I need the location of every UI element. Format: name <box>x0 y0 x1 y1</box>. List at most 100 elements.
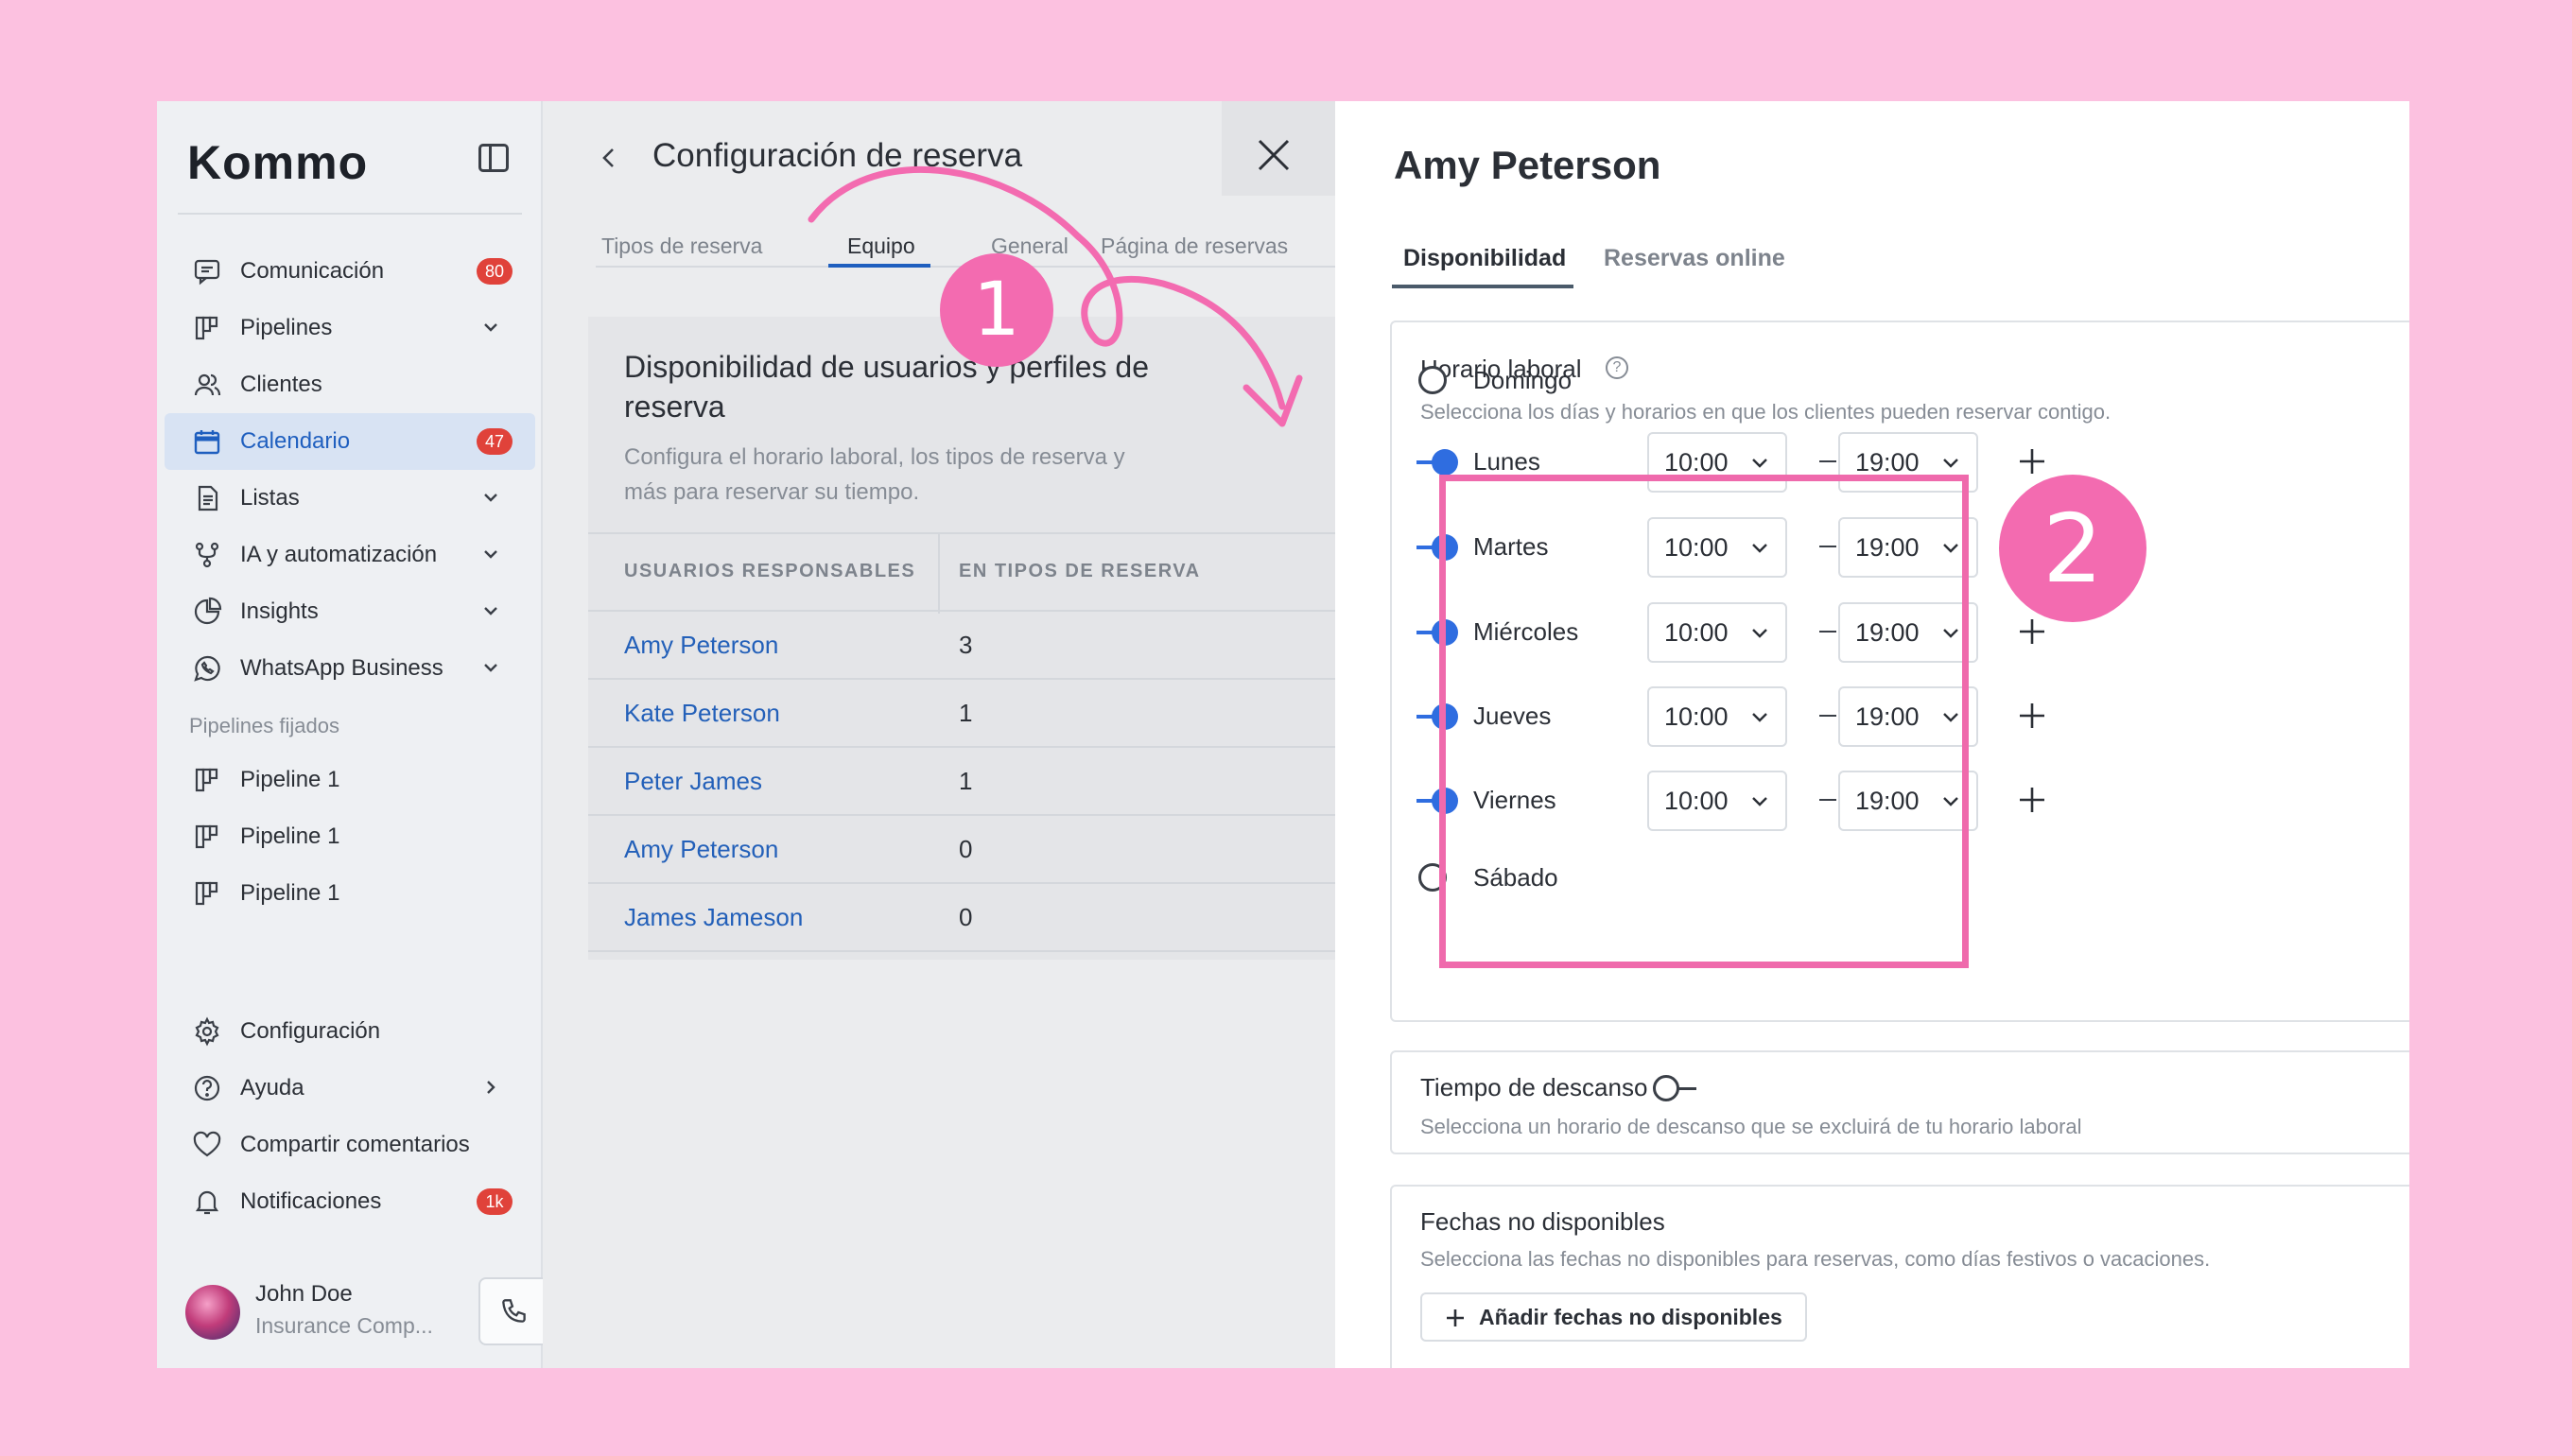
end-time-value: 19:00 <box>1855 617 1920 647</box>
chevron-down-icon <box>1752 459 1767 468</box>
time-separator <box>1819 799 1836 801</box>
tab-equipo[interactable]: Equipo <box>847 234 915 259</box>
person-name: Amy Peterson <box>1394 143 1661 187</box>
phone-icon <box>502 1299 526 1323</box>
sidebar-item-listas[interactable]: Listas <box>165 470 535 527</box>
add-unavailable-dates-button[interactable]: Añadir fechas no disponibles <box>1420 1292 1807 1342</box>
sidebar-item-pinned-pipeline[interactable]: Pipeline 1 <box>165 752 535 808</box>
close-icon[interactable] <box>1254 135 1294 175</box>
add-interval-icon[interactable] <box>2016 700 2048 732</box>
day-toggle[interactable] <box>1418 863 1447 892</box>
day-label: Domingo <box>1473 366 1573 394</box>
pipeline-icon <box>191 764 223 796</box>
automation-icon <box>191 539 223 571</box>
sidebar-item-notificaciones[interactable]: Notificaciones 1k <box>165 1173 535 1230</box>
sidebar-item-ia-automatizacion[interactable]: IA y automatización <box>165 527 535 583</box>
user-link[interactable]: Kate Peterson <box>624 699 780 728</box>
button-label: Añadir fechas no disponibles <box>1479 1304 1782 1329</box>
chevron-down-icon <box>1752 713 1767 722</box>
kommo-logo[interactable]: Kommo <box>187 135 368 190</box>
end-time-select[interactable]: 19:00 <box>1838 432 1978 493</box>
section-title: Fechas no disponibles <box>1420 1207 1665 1236</box>
end-time-select[interactable]: 19:00 <box>1838 602 1978 663</box>
sidebar-item-pipelines[interactable]: Pipelines <box>165 300 535 356</box>
tab-disponibilidad[interactable]: Disponibilidad <box>1403 245 1566 272</box>
table-row[interactable]: James Jameson 0 <box>588 884 1335 952</box>
sidebar-item-label: Pipeline 1 <box>240 767 340 792</box>
start-time-select[interactable]: 10:00 <box>1647 602 1787 663</box>
day-row-jueves: Jueves 10:00 19:00 <box>1416 686 2137 747</box>
day-toggle[interactable] <box>1416 619 1460 646</box>
start-time-select[interactable]: 10:00 <box>1647 686 1787 747</box>
add-interval-icon[interactable] <box>2016 445 2048 477</box>
tab-tipos-de-reserva[interactable]: Tipos de reserva <box>601 234 762 259</box>
plus-icon <box>1447 1309 1464 1326</box>
calendar-icon <box>191 425 223 458</box>
back-arrow-icon[interactable] <box>596 145 622 171</box>
day-toggle[interactable] <box>1416 534 1460 561</box>
table-row[interactable]: Kate Peterson 1 <box>588 680 1335 748</box>
sidebar-item-label: Clientes <box>240 372 322 397</box>
sidebar-item-ayuda[interactable]: Ayuda <box>165 1060 535 1117</box>
start-time-select[interactable]: 10:00 <box>1647 771 1787 831</box>
end-time-select[interactable]: 19:00 <box>1838 771 1978 831</box>
avatar <box>185 1285 240 1340</box>
day-toggle[interactable] <box>1416 449 1460 476</box>
chevron-down-icon <box>1752 544 1767 553</box>
start-time-select[interactable]: 10:00 <box>1647 517 1787 578</box>
table-row[interactable]: Amy Peterson 0 <box>588 816 1335 884</box>
end-time-value: 19:00 <box>1855 532 1920 562</box>
sidebar-item-pinned-pipeline[interactable]: Pipeline 1 <box>165 865 535 922</box>
chevron-down-icon <box>484 607 497 615</box>
phone-button[interactable] <box>478 1277 550 1345</box>
add-interval-icon[interactable] <box>2016 784 2048 816</box>
sidebar-item-whatsapp[interactable]: WhatsApp Business <box>165 640 535 697</box>
end-time-select[interactable]: 19:00 <box>1838 517 1978 578</box>
gear-icon <box>191 1015 223 1048</box>
step-1-marker: 1 <box>940 253 1053 367</box>
sidebar-item-compartir-comentarios[interactable]: Compartir comentarios <box>165 1117 535 1173</box>
sidebar-item-clientes[interactable]: Clientes <box>165 356 535 413</box>
day-label: Viernes <box>1473 786 1556 814</box>
start-time-value: 10:00 <box>1664 786 1729 815</box>
sidebar-item-label: Configuración <box>240 1018 381 1044</box>
sidebar-item-insights[interactable]: Insights <box>165 583 535 640</box>
day-label: Martes <box>1473 532 1549 561</box>
sidebar-item-label: Comunicación <box>240 258 385 284</box>
user-profile[interactable]: John Doe Insurance Comp... <box>185 1274 550 1345</box>
card-description: Configura el horario laboral, los tipos … <box>624 444 1125 505</box>
sidebar-item-calendario[interactable]: Calendario 47 <box>165 413 535 470</box>
sidebar-item-pinned-pipeline[interactable]: Pipeline 1 <box>165 808 535 865</box>
tab-reservas-online[interactable]: Reservas online <box>1604 245 1785 272</box>
day-toggle[interactable] <box>1416 788 1460 814</box>
user-link[interactable]: Amy Peterson <box>624 631 778 660</box>
tab-pagina-de-reservas[interactable]: Página de reservas <box>1101 234 1288 259</box>
sidebar: Kommo Comunicación 80 Pipelines Clientes… <box>157 101 550 1368</box>
break-time-toggle[interactable] <box>1653 1075 1698 1101</box>
end-time-select[interactable]: 19:00 <box>1838 686 1978 747</box>
user-link[interactable]: Peter James <box>624 767 762 796</box>
sidebar-item-configuracion[interactable]: Configuración <box>165 1003 535 1060</box>
section-description: Selecciona un horario de descanso que se… <box>1420 1115 2082 1138</box>
panel-title: Configuración de reserva <box>652 137 1023 174</box>
table-row[interactable]: Peter James 1 <box>588 748 1335 816</box>
active-tab-indicator <box>828 264 930 268</box>
card-title: Disponibilidad de usuarios y perfiles de… <box>624 350 1149 424</box>
day-label: Lunes <box>1473 447 1540 476</box>
sidebar-item-label: Pipeline 1 <box>240 880 340 906</box>
add-interval-icon[interactable] <box>2016 615 2048 648</box>
day-toggle[interactable] <box>1416 703 1460 730</box>
end-time-value: 19:00 <box>1855 702 1920 731</box>
sidebar-item-comunicacion[interactable]: Comunicación 80 <box>165 243 535 300</box>
chevron-down-icon <box>484 323 497 332</box>
booking-count: 0 <box>959 903 973 931</box>
sidebar-collapse-icon[interactable] <box>478 144 509 172</box>
start-time-select[interactable]: 10:00 <box>1647 432 1787 493</box>
table-row[interactable]: Amy Peterson 3 <box>588 612 1335 680</box>
chevron-down-icon <box>484 550 497 559</box>
notification-badge: 80 <box>477 258 513 285</box>
user-link[interactable]: James Jameson <box>624 903 803 932</box>
user-link[interactable]: Amy Peterson <box>624 835 778 864</box>
whatsapp-icon <box>191 652 223 685</box>
day-toggle[interactable] <box>1418 366 1447 394</box>
